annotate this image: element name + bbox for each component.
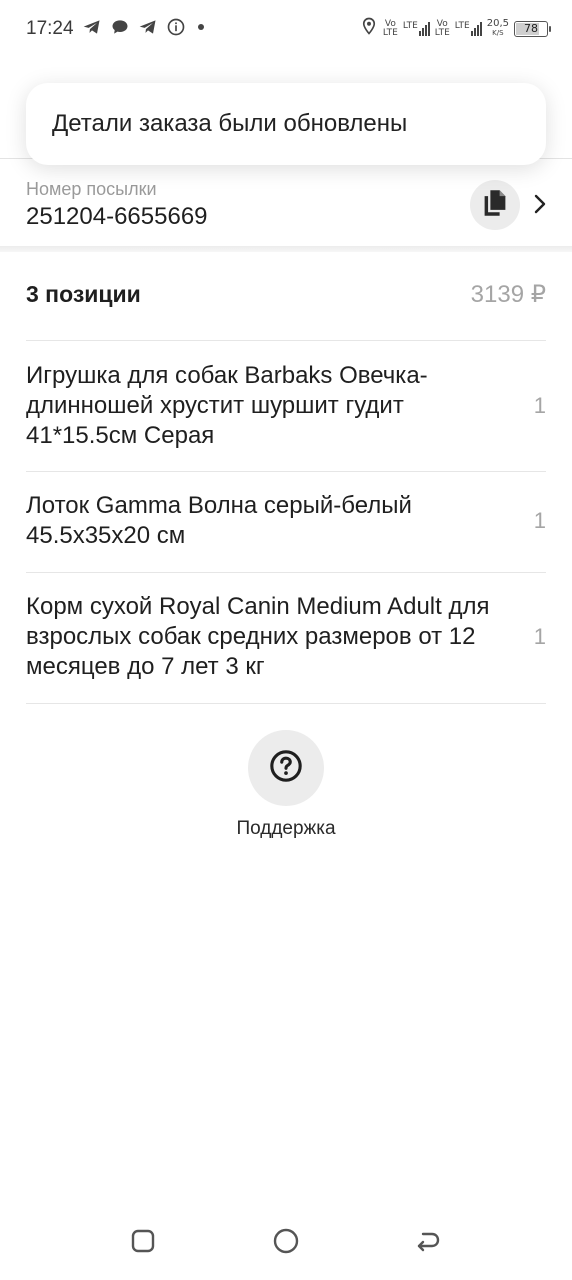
divider <box>26 572 546 573</box>
item-quantity: 1 <box>533 393 546 418</box>
chat-bubble-icon <box>110 17 130 42</box>
network-speed: 20,5 K/S <box>487 19 509 38</box>
support-button[interactable] <box>248 730 324 806</box>
home-button[interactable] <box>271 1228 301 1258</box>
divider <box>26 340 546 341</box>
positions-total: 3139 ₽ <box>470 281 546 308</box>
system-nav-bar <box>0 1210 572 1280</box>
list-item[interactable]: Лоток Gamma Волна серый-белый 45.5x35x20… <box>26 491 546 551</box>
recents-button[interactable] <box>128 1228 158 1258</box>
section-separator <box>0 246 572 252</box>
divider <box>26 471 546 472</box>
item-quantity: 1 <box>533 508 546 533</box>
list-item[interactable]: Корм сухой Royal Canin Medium Adult для … <box>26 592 546 682</box>
lte-label: LTE <box>402 20 418 31</box>
volte-icon: Vo LTE <box>434 19 450 38</box>
copy-icon <box>481 188 509 223</box>
dot-icon <box>194 17 208 42</box>
support-label[interactable]: Поддержка <box>186 818 386 840</box>
battery-icon: 78 <box>514 20 551 37</box>
signal-bars-icon <box>418 21 430 36</box>
lte-signal-icon: LTE <box>454 20 482 36</box>
lte-label: LTE <box>454 20 470 31</box>
status-time: 17:24 <box>26 18 74 39</box>
volte-bottom: LTE <box>434 27 450 38</box>
back-icon <box>414 1228 442 1259</box>
parcel-number: 251204-6655669 <box>26 203 208 230</box>
volte-icon: Vo LTE <box>382 19 398 38</box>
item-name: Игрушка для собак Barbaks Овечка-длиннош… <box>26 362 428 449</box>
parcel-row[interactable]: Номер посылки 251204-6655669 <box>0 170 572 248</box>
notification-icons <box>82 17 208 42</box>
network-speed-unit: K/S <box>492 29 504 37</box>
battery-level: 78 <box>524 22 538 35</box>
location-icon <box>360 16 378 41</box>
divider <box>26 703 546 704</box>
list-item[interactable]: Игрушка для собак Barbaks Овечка-длиннош… <box>26 361 546 451</box>
toast-message: Детали заказа были обновлены <box>52 110 408 137</box>
status-bar: 17:24 Vo LTE LTE Vo LTE LTE 20,5 K/S 78 <box>0 0 572 58</box>
telegram-icon <box>138 17 158 42</box>
network-speed-value: 20,5 <box>486 18 509 29</box>
order-updated-toast[interactable]: Детали заказа были обновлены <box>26 83 546 165</box>
parcel-label: Номер посылки <box>26 179 157 199</box>
help-icon <box>269 749 303 788</box>
chevron-right-icon[interactable] <box>530 192 550 216</box>
item-name: Лоток Gamma Волна серый-белый 45.5x35x20… <box>26 492 412 549</box>
item-name: Корм сухой Royal Canin Medium Adult для … <box>26 593 490 680</box>
system-icons: Vo LTE LTE Vo LTE LTE 20,5 K/S 78 <box>360 16 551 41</box>
positions-header: 3 позиции 3139 ₽ <box>26 280 546 309</box>
lte-signal-icon: LTE <box>402 20 430 36</box>
item-quantity: 1 <box>533 624 546 649</box>
recents-icon <box>130 1228 156 1259</box>
back-button[interactable] <box>413 1228 443 1258</box>
signal-bars-icon <box>470 21 482 36</box>
volte-bottom: LTE <box>382 27 398 38</box>
positions-title: 3 позиции <box>26 281 141 307</box>
copy-button[interactable] <box>470 180 520 230</box>
home-icon <box>272 1227 300 1260</box>
info-icon <box>166 17 186 42</box>
telegram-icon <box>82 17 102 42</box>
